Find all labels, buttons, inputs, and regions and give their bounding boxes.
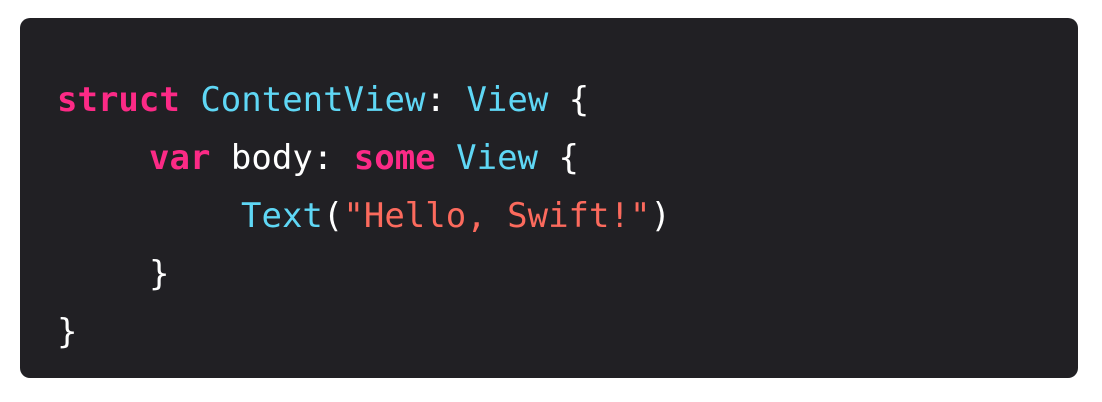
code-line-3: Text("Hello, Swift!") [57,187,1078,245]
brace-open: { [548,80,590,120]
code-line-2: var body: some View { [57,129,1078,187]
brace-close: } [149,254,170,294]
string-literal: "Hello, Swift!" [343,196,651,236]
keyword-var: var [149,138,211,178]
type-content-view: ContentView [200,80,426,120]
identifier-body: body [230,138,313,178]
code-block: struct ContentView: View { var body: som… [20,18,1078,378]
colon: : [425,80,467,120]
brace-open: { [538,138,579,178]
brace-close: } [57,312,78,352]
type-view: View [466,80,549,120]
type-view: View [456,138,539,178]
code-line-1: struct ContentView: View { [57,71,1078,129]
keyword-struct: struct [57,80,180,120]
type-text: Text [241,196,323,236]
paren-open: ( [322,196,344,236]
colon: : [312,138,354,178]
keyword-some: some [353,138,436,178]
code-line-5: } [57,303,1078,361]
paren-close: ) [650,196,671,236]
code-line-4: } [57,245,1078,303]
